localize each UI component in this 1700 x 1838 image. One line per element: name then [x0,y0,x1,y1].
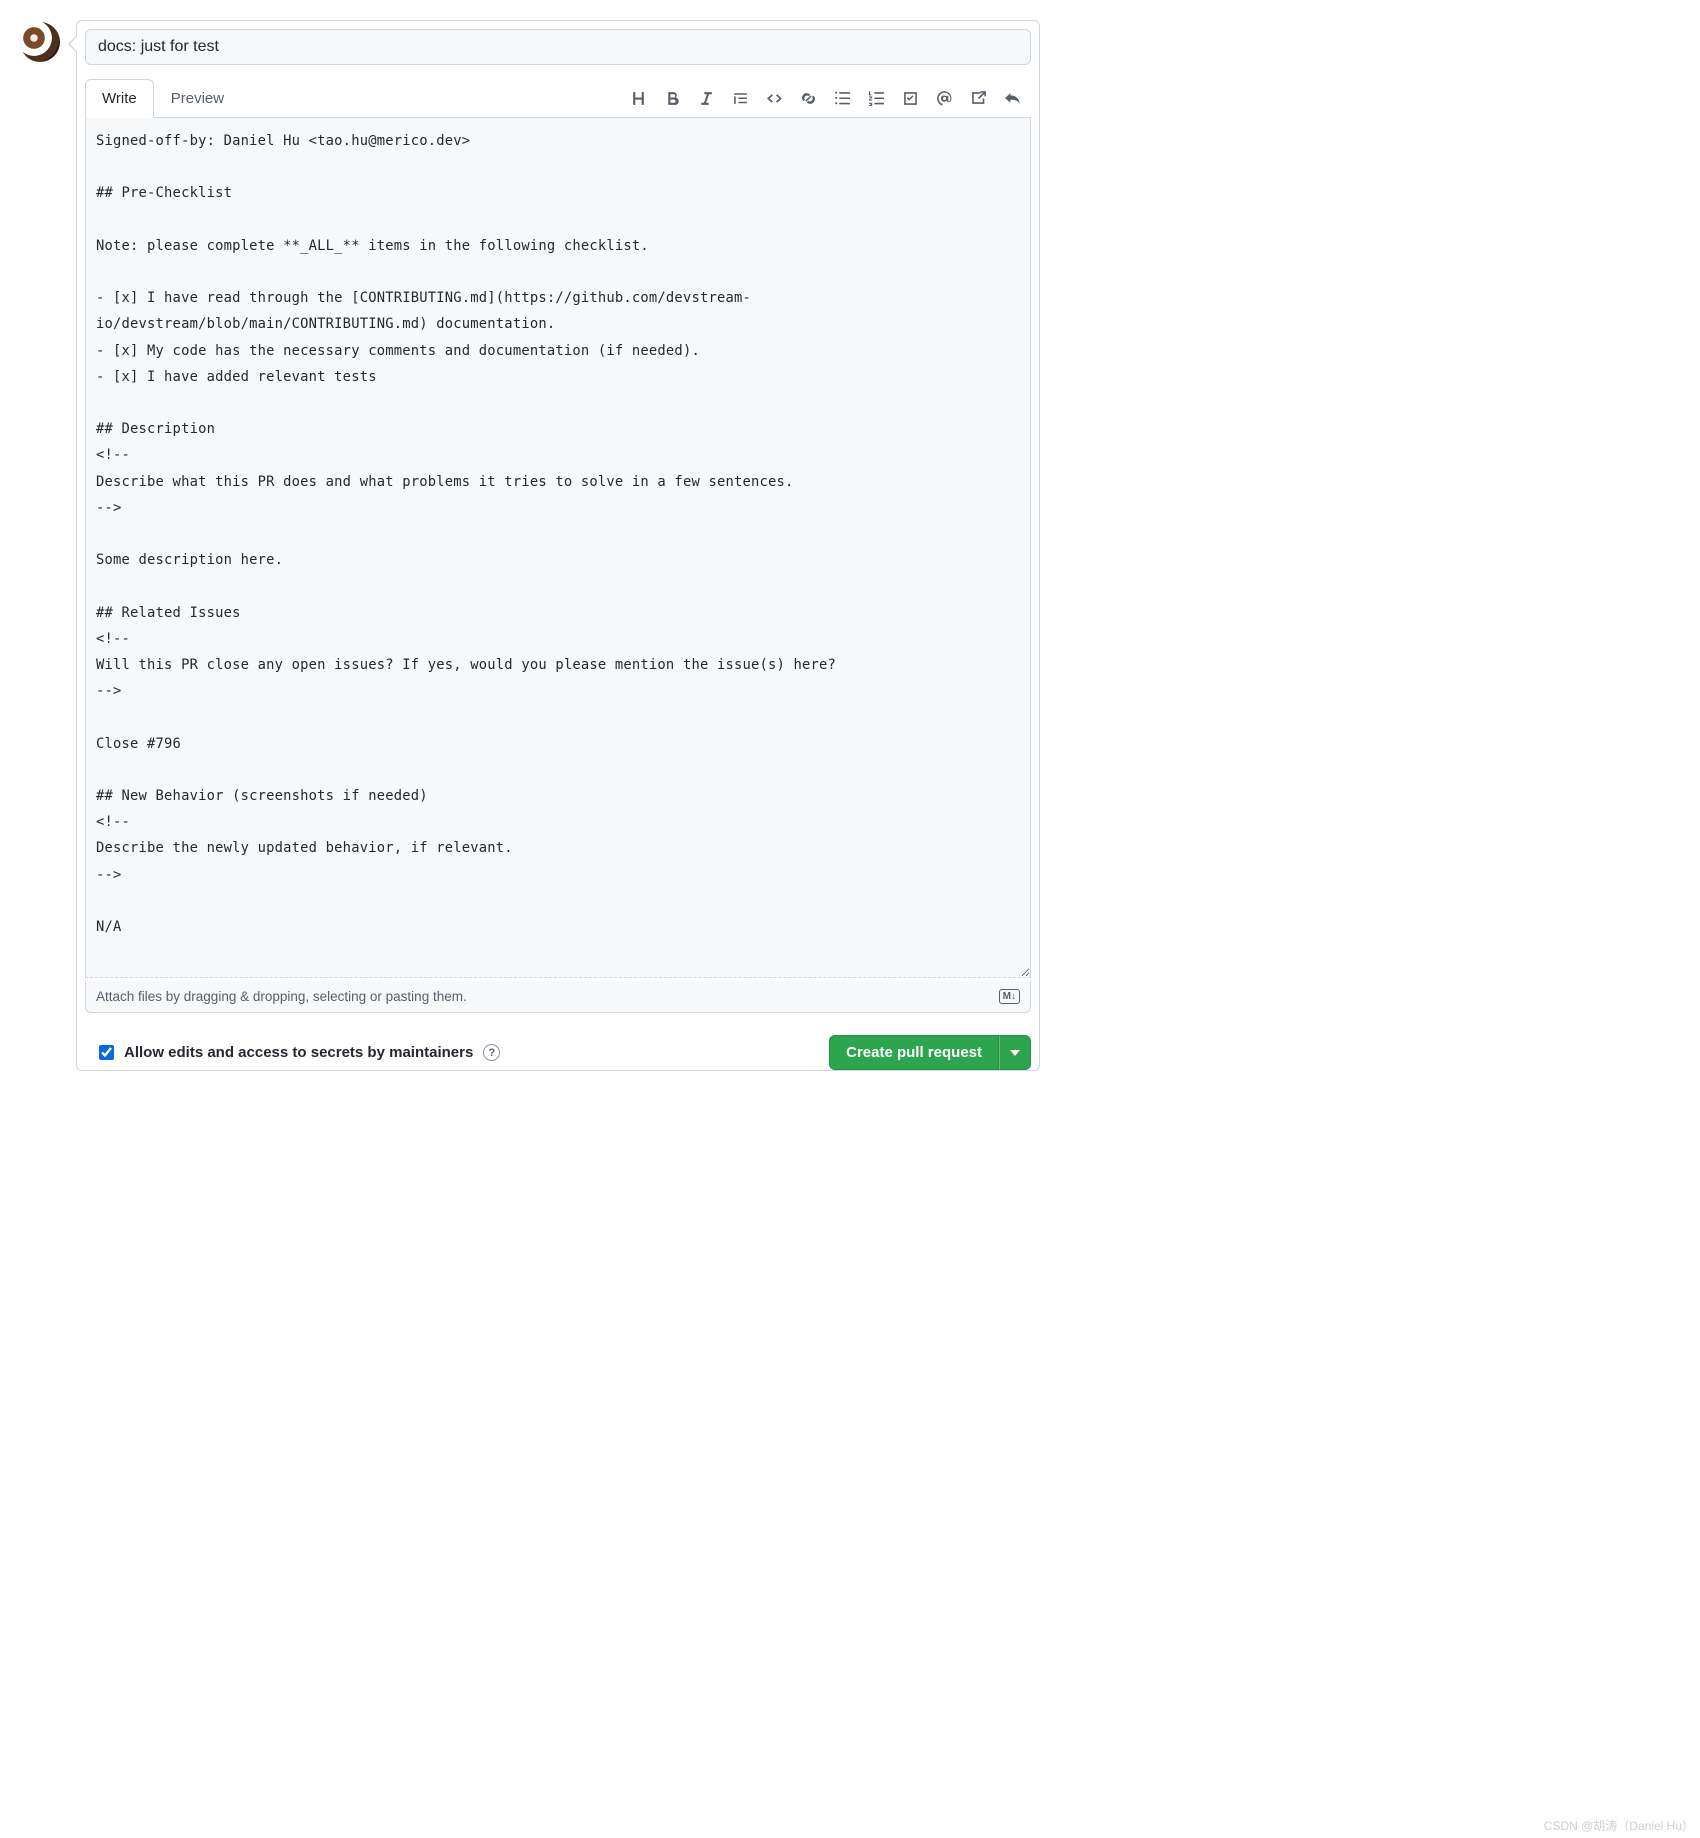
link-icon[interactable] [795,85,821,111]
reply-icon[interactable] [999,85,1025,111]
pr-description-textarea[interactable] [85,118,1031,978]
bold-icon[interactable] [659,85,685,111]
ordered-list-icon[interactable] [863,85,889,111]
create-pr-button-group: Create pull request [829,1035,1031,1070]
pr-title-input[interactable] [85,29,1031,65]
cross-reference-icon[interactable] [965,85,991,111]
mention-icon[interactable] [931,85,957,111]
allow-edits-checkbox[interactable] [99,1045,114,1060]
task-list-icon[interactable] [897,85,923,111]
footer-row: Allow edits and access to secrets by mai… [77,1021,1039,1070]
comment-box: Write Preview Attach files by [76,20,1040,1071]
heading-icon[interactable] [625,85,651,111]
quote-icon[interactable] [727,85,753,111]
unordered-list-icon[interactable] [829,85,855,111]
help-icon[interactable]: ? [483,1044,500,1061]
attach-hint: Attach files by dragging & dropping, sel… [96,989,467,1004]
body-wrap: Attach files by dragging & dropping, sel… [85,117,1031,1013]
allow-edits-row[interactable]: Allow edits and access to secrets by mai… [99,1044,500,1061]
italic-icon[interactable] [693,85,719,111]
attach-row[interactable]: Attach files by dragging & dropping, sel… [85,981,1031,1013]
tabnav: Write Preview [85,79,241,118]
tab-preview[interactable]: Preview [154,79,241,118]
tabs-row: Write Preview [77,79,1039,117]
avatar[interactable] [20,22,60,62]
markdown-supported-icon[interactable]: M↓ [999,989,1020,1004]
markdown-toolbar [625,85,1031,111]
pr-compose-container: Write Preview Attach files by [20,20,1040,1071]
code-icon[interactable] [761,85,787,111]
watermark: CSDN @胡涛（Daniel Hu） [1544,1817,1694,1834]
create-pull-request-dropdown[interactable] [999,1035,1031,1070]
tab-write[interactable]: Write [85,79,154,118]
create-pull-request-button[interactable]: Create pull request [829,1035,999,1070]
allow-edits-label: Allow edits and access to secrets by mai… [124,1044,473,1061]
